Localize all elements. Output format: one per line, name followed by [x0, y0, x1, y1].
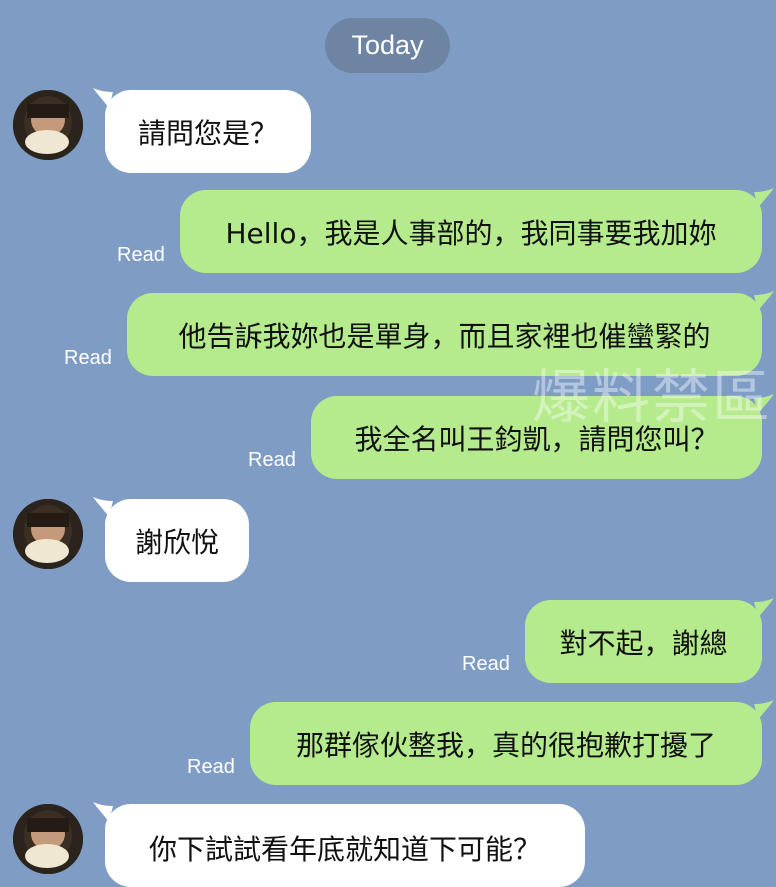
read-receipt: Read — [64, 347, 112, 369]
message-text: 那群傢伙整我，真的很抱歉打擾了 — [295, 728, 716, 762]
message-text: Hello，我是人事部的，我同事要我加妳 — [225, 216, 717, 250]
message-text: 你下試試看年底就知道下可能？ — [148, 833, 541, 866]
message-text: 請問您是？ — [137, 116, 278, 150]
watermark-text: 爆料禁區 — [532, 363, 773, 431]
avatar-photo-icon — [13, 90, 83, 160]
message-text: 他告訴我妳也是單身，而且家裡也催蠻緊的 — [178, 319, 711, 353]
message-bubble-outgoing[interactable]: 對不起，謝總 — [525, 598, 774, 683]
read-receipt: Read — [248, 449, 296, 471]
message-bubble-incoming[interactable]: 謝欣悅 — [93, 497, 249, 582]
contact-avatar[interactable] — [13, 804, 83, 874]
bubble-tail-icon — [754, 598, 774, 618]
message-bubble-incoming[interactable]: 你下試試看年底就知道下可能？ — [93, 802, 585, 887]
bubble-tail-icon — [754, 700, 774, 720]
message-text: 對不起，謝總 — [559, 626, 728, 660]
bubble-tail-icon — [93, 497, 113, 517]
contact-avatar[interactable] — [13, 90, 83, 160]
date-separator: Today — [325, 18, 450, 73]
bubble-tail-icon — [754, 291, 774, 311]
watermark: 爆料禁區 — [532, 350, 772, 434]
bubble-tail-icon — [93, 802, 113, 822]
avatar-photo-icon — [13, 804, 83, 874]
message-bubble-outgoing[interactable]: Hello，我是人事部的，我同事要我加妳 — [180, 188, 774, 273]
read-receipt: Read — [187, 756, 235, 778]
contact-avatar[interactable] — [13, 499, 83, 569]
message-bubble-outgoing[interactable]: 那群傢伙整我，真的很抱歉打擾了 — [250, 700, 774, 785]
bubble-tail-icon — [93, 88, 113, 108]
message-text: 謝欣悅 — [134, 525, 219, 559]
bubble-tail-icon — [754, 188, 774, 208]
avatar-photo-icon — [13, 499, 83, 569]
message-bubble-incoming[interactable]: 請問您是？ — [93, 88, 311, 173]
read-receipt: Read — [117, 244, 165, 266]
read-receipt: Read — [462, 653, 510, 675]
date-label: Today — [351, 30, 424, 60]
